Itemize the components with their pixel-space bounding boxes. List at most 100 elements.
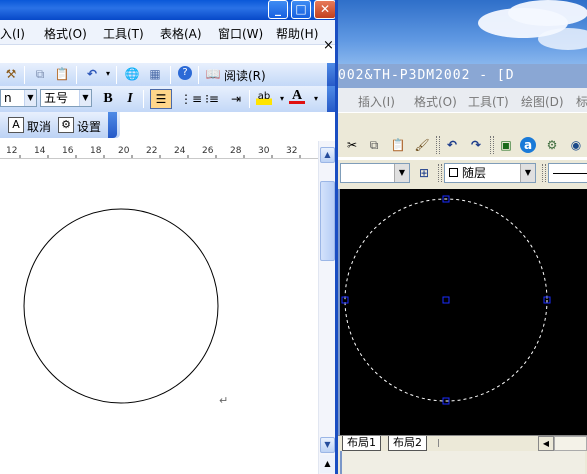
previous-page-button[interactable]: ▲	[320, 455, 335, 473]
copy-icon[interactable]: ⧉	[32, 66, 48, 82]
command-line-area[interactable]	[338, 451, 587, 474]
font-name-dropdown[interactable]: n ▼	[0, 89, 37, 107]
horizontal-ruler[interactable]: 12 14 16 18 20 22 24 26 28 30 32	[0, 141, 318, 159]
font-color-dropdown-icon[interactable]: ▾	[308, 91, 324, 107]
layout-tab-bar: 布局1 布局2 ◀	[338, 435, 587, 451]
drawing-canvas[interactable]	[340, 189, 587, 435]
tab-layout1[interactable]: 布局1	[342, 436, 381, 451]
color-control-dropdown[interactable]: 随层 ▼	[444, 163, 536, 183]
cloud	[508, 0, 587, 26]
chevron-down-icon[interactable]: ▼	[520, 164, 535, 182]
design-center-icon[interactable]: ▣	[498, 137, 514, 153]
minimize-button[interactable]: _	[268, 0, 288, 19]
word-menu-bar: 入(I) 格式(O) 工具(T) 表格(A) 窗口(W) 帮助(H) ×	[0, 20, 338, 53]
research-icon[interactable]: ⚒	[3, 66, 19, 82]
toolbar-separator	[542, 164, 546, 182]
color-control-value: 随层	[462, 166, 487, 180]
copy-icon[interactable]: ⧉	[366, 137, 382, 153]
cancel-button[interactable]: 取消	[27, 118, 51, 135]
hyperlink-icon[interactable]: 🌐	[124, 66, 140, 82]
layer-state-dropdown[interactable]: ▼	[340, 163, 410, 183]
cad-title-bar[interactable]: 002&TH-P3DM2002 - [D	[338, 64, 587, 88]
internet-icon[interactable]: a	[520, 137, 536, 153]
tab-splitter[interactable]	[438, 439, 446, 447]
menu-insert[interactable]: 插入(I)	[358, 93, 395, 110]
highlight-icon[interactable]: ab	[256, 89, 272, 105]
maximize-button[interactable]: □	[291, 0, 311, 19]
cad-layer-toolbar: ▼ ⊞ 随层 ▼	[338, 160, 587, 186]
document-page[interactable]	[0, 160, 318, 474]
linetype-preview	[553, 173, 587, 174]
vertical-scrollbar[interactable]: ▲ ▼ ▲	[318, 141, 335, 474]
toolbar-separator	[436, 136, 440, 154]
word-title-bar[interactable]: _ □ ✕	[0, 0, 338, 20]
paste-icon[interactable]: 📋	[390, 137, 406, 153]
bold-button[interactable]: B	[100, 91, 116, 107]
chevron-down-icon[interactable]: ▼	[24, 90, 36, 106]
word-window: _ □ ✕ 入(I) 格式(O) 工具(T) 表格(A) 窗口(W) 帮助(H)…	[0, 0, 338, 474]
paragraph-mark: ↵	[219, 394, 229, 407]
scroll-thumb[interactable]	[320, 181, 335, 261]
font-name-value: n	[4, 91, 12, 105]
menu-tools[interactable]: 工具(T)	[468, 93, 509, 110]
undo-icon[interactable]: ↶	[444, 137, 460, 153]
selected-circle[interactable]	[344, 198, 548, 402]
chevron-down-icon[interactable]: ▼	[394, 164, 409, 182]
indent-icon[interactable]: ⇥	[228, 91, 244, 107]
properties-icon[interactable]: ◉	[568, 137, 584, 153]
linetype-control-dropdown[interactable]	[548, 163, 587, 183]
menu-table[interactable]: 表格(A)	[160, 25, 202, 42]
close-button[interactable]: ✕	[314, 0, 336, 19]
toolbar-separator	[490, 136, 494, 154]
read-mode-icon[interactable]: 📖	[205, 66, 221, 82]
standard-toolbar: ⚒ ⧉ 📋 ↶ ▾ 🌐 ▦ ? 📖 阅读(R)	[0, 62, 338, 87]
paste-icon[interactable]: 📋	[54, 66, 70, 82]
drawn-circle[interactable]	[23, 208, 219, 404]
scroll-left-button[interactable]: ◀	[538, 436, 554, 451]
help-icon[interactable]: ?	[178, 66, 192, 80]
menu-format[interactable]: 格式(O)	[44, 25, 87, 42]
font-size-dropdown[interactable]: 五号 ▼	[40, 89, 92, 107]
desktop-wallpaper	[338, 0, 587, 66]
review-toolbar: A 取消 ⚙ 设置	[0, 112, 120, 138]
cancel-icon: A	[8, 117, 24, 133]
undo-icon[interactable]: ↶	[84, 66, 100, 82]
document-close-icon[interactable]: ×	[323, 38, 334, 53]
menu-format[interactable]: 格式(O)	[414, 93, 457, 110]
toolbar-separator	[170, 66, 171, 84]
undo-dropdown-icon[interactable]: ▾	[100, 66, 116, 82]
color-swatch-icon	[449, 168, 458, 177]
match-properties-icon[interactable]: 🖌	[414, 137, 430, 153]
toolbar-overflow-button[interactable]	[108, 112, 117, 138]
cut-icon[interactable]: ✂	[344, 137, 360, 153]
menu-dimension[interactable]: 标	[576, 93, 587, 110]
italic-button[interactable]: I	[122, 91, 138, 107]
scroll-up-button[interactable]: ▲	[320, 147, 335, 163]
settings-icon: ⚙	[58, 117, 74, 133]
tab-layout2[interactable]: 布局2	[388, 436, 427, 451]
menu-insert[interactable]: 入(I)	[0, 25, 25, 42]
highlight-dropdown-icon[interactable]: ▾	[274, 91, 290, 107]
chevron-down-icon[interactable]: ▼	[79, 90, 91, 106]
menu-tools[interactable]: 工具(T)	[103, 25, 144, 42]
redo-icon[interactable]: ↷	[468, 137, 484, 153]
command-line[interactable]	[340, 451, 585, 474]
settings-button[interactable]: 设置	[77, 118, 101, 135]
bullets-icon[interactable]: ⁝≡	[204, 91, 220, 107]
horizontal-scrollbar[interactable]	[554, 436, 587, 451]
read-mode-button[interactable]: 阅读(R)	[224, 67, 266, 84]
tool-palette-icon[interactable]: ⚙	[544, 137, 560, 153]
menu-help[interactable]: 帮助(H)	[276, 25, 318, 42]
menu-window[interactable]: 窗口(W)	[218, 25, 263, 42]
ruler-marks	[19, 155, 301, 158]
font-color-icon[interactable]: A	[289, 88, 305, 104]
scroll-down-button[interactable]: ▼	[320, 437, 335, 453]
grip-center[interactable]	[442, 296, 450, 304]
align-center-icon[interactable]: ☰	[150, 89, 172, 109]
make-current-layer-icon[interactable]: ⊞	[416, 165, 432, 181]
cloud	[538, 28, 587, 50]
table-icon[interactable]: ▦	[147, 66, 163, 82]
numbering-icon[interactable]: ⋮≡	[180, 91, 202, 107]
menu-draw[interactable]: 绘图(D)	[521, 93, 564, 110]
toolbar-separator	[438, 164, 442, 182]
